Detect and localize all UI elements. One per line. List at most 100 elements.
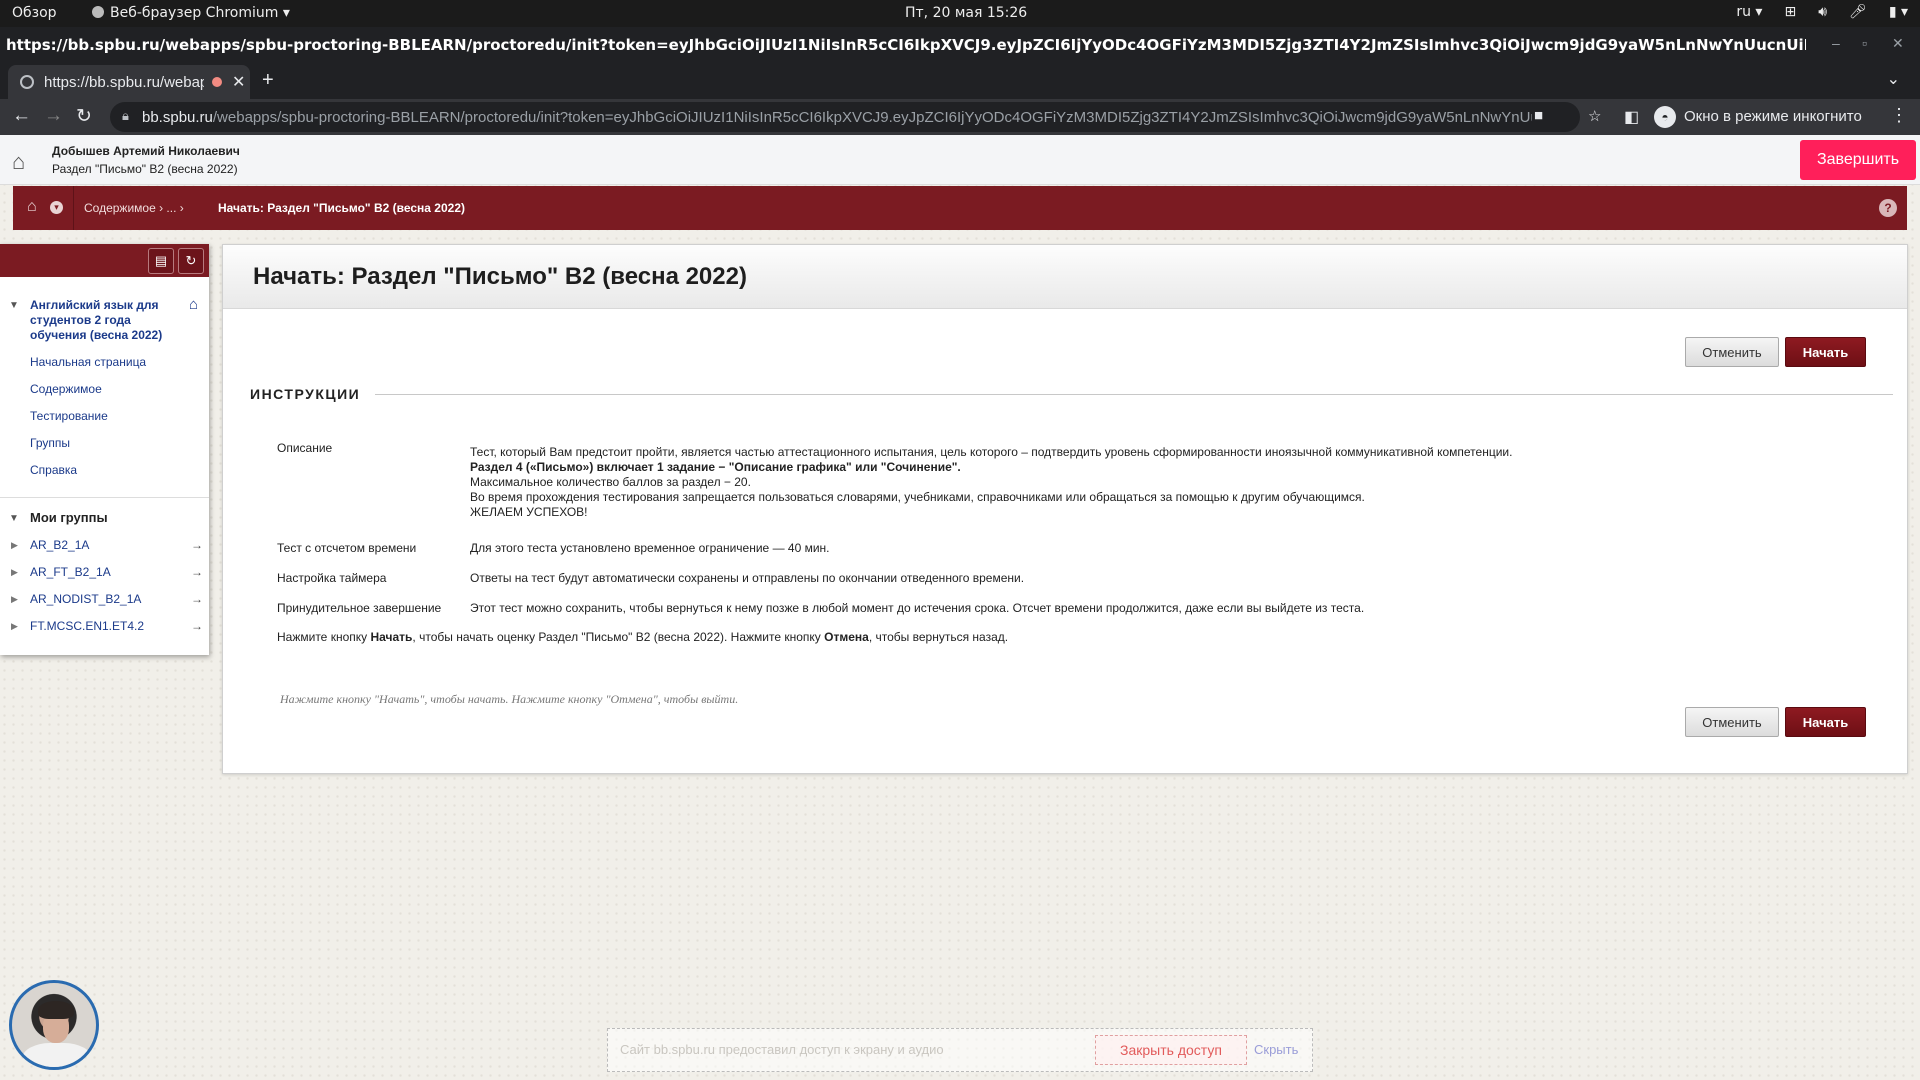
- description-label: Описание: [277, 441, 333, 455]
- browser-menu-icon[interactable]: ⋮: [1890, 105, 1908, 126]
- webcam-preview[interactable]: [9, 980, 99, 1070]
- minimize-icon[interactable]: –: [1832, 35, 1840, 51]
- forward-icon[interactable]: →: [44, 105, 63, 127]
- expand-icon[interactable]: ▶: [11, 567, 18, 578]
- description-line: Раздел 4 («Письмо») включает 1 задание −…: [470, 460, 961, 474]
- divider: [375, 394, 1893, 395]
- sidebar-item-help[interactable]: Справка: [30, 463, 77, 477]
- refresh-icon[interactable]: ↻: [178, 248, 204, 274]
- arrow-right-icon[interactable]: →: [191, 538, 203, 552]
- reload-icon[interactable]: ↻: [76, 105, 92, 128]
- hide-button[interactable]: Скрыть: [1254, 1042, 1298, 1057]
- os-top-bar: Обзор Веб-браузер Chromium ▾ Пт, 20 мая …: [0, 0, 1920, 27]
- camera-in-use-icon[interactable]: ■: [1534, 107, 1543, 124]
- timed-test-value: Для этого теста установлено временное ог…: [470, 541, 830, 555]
- incognito-icon: ◓: [1654, 106, 1676, 128]
- description-line: Во время прохождения тестирования запрещ…: [470, 490, 1365, 504]
- group-link[interactable]: AR_B2_1A: [30, 538, 89, 552]
- lock-icon[interactable]: 🔒︎: [122, 108, 129, 124]
- submit-hint: Нажмите кнопку "Начать", чтобы начать. Н…: [280, 692, 739, 706]
- arrow-right-icon[interactable]: →: [191, 619, 203, 633]
- clock[interactable]: Пт, 20 мая 15:26: [905, 5, 1027, 21]
- navigation-bar: ← → ↻ 🔒︎ bb.spbu.ru/webapps/spbu-proctor…: [0, 99, 1920, 135]
- sidebar-item-groups[interactable]: Группы: [30, 436, 70, 450]
- timed-test-label: Тест с отсчетом времени: [277, 541, 417, 555]
- url-text[interactable]: bb.spbu.ru/webapps/spbu-proctoring-BBLEA…: [142, 109, 1532, 126]
- tab-close-icon[interactable]: ✕: [232, 72, 245, 92]
- breadcrumb: ⌂ ▾ Содержимое › ... › Начать: Раздел "П…: [13, 186, 1907, 230]
- group-link[interactable]: FT.MCSC.EN1.ET4.2: [30, 619, 144, 633]
- description-line: Максимальное количество баллов за раздел…: [470, 475, 751, 489]
- my-groups-heading[interactable]: Мои группы: [30, 510, 108, 525]
- description-line: ЖЕЛАЕМ УСПЕХОВ!: [470, 505, 588, 519]
- group-link[interactable]: AR_FT_B2_1A: [30, 565, 111, 579]
- breadcrumb-current: Начать: Раздел "Письмо" В2 (весна 2022): [218, 201, 465, 215]
- maximize-icon[interactable]: ▫: [1862, 35, 1867, 51]
- keyboard-layout[interactable]: ru ▾: [1736, 4, 1762, 20]
- activities-button[interactable]: Обзор: [12, 5, 57, 21]
- window-title: https://bb.spbu.ru/webapps/spbu-proctori…: [6, 36, 1806, 54]
- screen-share-bar: Сайт bb.spbu.ru предоставил доступ к экр…: [607, 1028, 1313, 1072]
- close-window-icon[interactable]: ✕: [1892, 35, 1904, 52]
- breadcrumb-content-link[interactable]: Содержимое › ... ›: [84, 201, 184, 215]
- start-button[interactable]: Начать: [1785, 707, 1866, 737]
- finish-button[interactable]: Завершить: [1800, 140, 1916, 180]
- sidebar-item-testing[interactable]: Тестирование: [30, 409, 108, 423]
- tab-title: https://bb.spbu.ru/webapps: [44, 74, 204, 91]
- group-link[interactable]: AR_NODIST_B2_1A: [30, 592, 141, 606]
- start-instructions-text: Нажмите кнопку Начать, чтобы начать оцен…: [277, 630, 1009, 644]
- course-menu: ▤ ↻ ▼ Английский язык для студентов 2 го…: [0, 244, 209, 655]
- divider: [0, 497, 209, 498]
- system-tray[interactable]: ru ▾ ⊞ 🔊︎ 🎤︎ ▮ ▾: [1736, 4, 1908, 20]
- exam-section: Раздел "Письмо" В2 (весна 2022): [52, 162, 238, 176]
- course-home-icon[interactable]: ⌂: [189, 296, 198, 313]
- help-icon[interactable]: ?: [1879, 199, 1897, 217]
- force-completion-label: Принудительное завершение: [277, 601, 442, 615]
- cancel-button[interactable]: Отменить: [1685, 337, 1779, 367]
- student-name: Добышев Артемий Николаевич: [52, 144, 240, 158]
- arrow-right-icon[interactable]: →: [191, 565, 203, 579]
- chevron-down-icon[interactable]: ▾: [50, 201, 63, 214]
- arrow-right-icon[interactable]: →: [191, 592, 203, 606]
- expand-icon[interactable]: ▶: [11, 540, 18, 551]
- folder-view-icon[interactable]: ▤: [148, 248, 174, 274]
- battery-icon: ▮ ▾: [1888, 4, 1908, 20]
- side-panel-icon[interactable]: ◧: [1624, 107, 1639, 127]
- app-name: Веб-браузер Chromium: [110, 5, 279, 21]
- new-tab-icon[interactable]: +: [262, 69, 274, 92]
- test-start-panel: Начать: Раздел "Письмо" В2 (весна 2022) …: [222, 244, 1908, 774]
- force-completion-value: Этот тест можно сохранить, чтобы вернуть…: [470, 601, 1365, 615]
- collapse-icon[interactable]: ▼: [9, 300, 19, 311]
- home-icon[interactable]: ⌂: [12, 149, 25, 175]
- browser-tab[interactable]: https://bb.spbu.ru/webapps ✕: [8, 65, 250, 99]
- app-menu[interactable]: Веб-браузер Chromium ▾: [92, 5, 290, 21]
- collapse-icon[interactable]: ▼: [9, 513, 19, 524]
- share-status-text: Сайт bb.spbu.ru предоставил доступ к экр…: [620, 1042, 944, 1057]
- bookmark-star-icon[interactable]: ☆: [1588, 107, 1601, 125]
- expand-icon[interactable]: ▶: [11, 594, 18, 605]
- tab-strip: https://bb.spbu.ru/webapps ✕ + ⌄: [0, 61, 1920, 99]
- cancel-button[interactable]: Отменить: [1685, 707, 1779, 737]
- webcam-person-shirt: [22, 1043, 92, 1067]
- tab-search-icon[interactable]: ⌄: [1887, 69, 1900, 89]
- sidebar-item-content[interactable]: Содержимое: [30, 382, 102, 396]
- expand-icon[interactable]: ▶: [11, 621, 18, 632]
- page-title: Начать: Раздел "Письмо" В2 (весна 2022): [253, 263, 747, 290]
- webcam-person-hair: [38, 1001, 74, 1019]
- panel-header: Начать: Раздел "Письмо" В2 (весна 2022): [223, 245, 1907, 309]
- start-button[interactable]: Начать: [1785, 337, 1866, 367]
- sidebar-item-home[interactable]: Начальная страница: [30, 355, 146, 369]
- microphone-icon: 🎤︎: [1849, 4, 1867, 20]
- divider: [73, 186, 74, 230]
- stop-sharing-button[interactable]: Закрыть доступ: [1095, 1035, 1247, 1065]
- description-value: Тест, который Вам предстоит пройти, явля…: [470, 445, 1512, 520]
- incognito-indicator[interactable]: ◓ Окно в режиме инкогнито: [1654, 106, 1862, 128]
- course-menu-header: ▤ ↻: [0, 244, 209, 277]
- home-icon[interactable]: ⌂: [27, 198, 37, 216]
- proctoring-bar: ⌂ Добышев Артемий Николаевич Раздел "Пис…: [0, 135, 1920, 185]
- globe-icon: [20, 75, 34, 89]
- course-title[interactable]: Английский язык для студентов 2 года обу…: [30, 298, 180, 343]
- instructions-heading: ИНСТРУКЦИИ: [250, 386, 361, 402]
- address-bar[interactable]: 🔒︎ bb.spbu.ru/webapps/spbu-proctoring-BB…: [110, 102, 1601, 132]
- back-icon[interactable]: ←: [12, 105, 31, 127]
